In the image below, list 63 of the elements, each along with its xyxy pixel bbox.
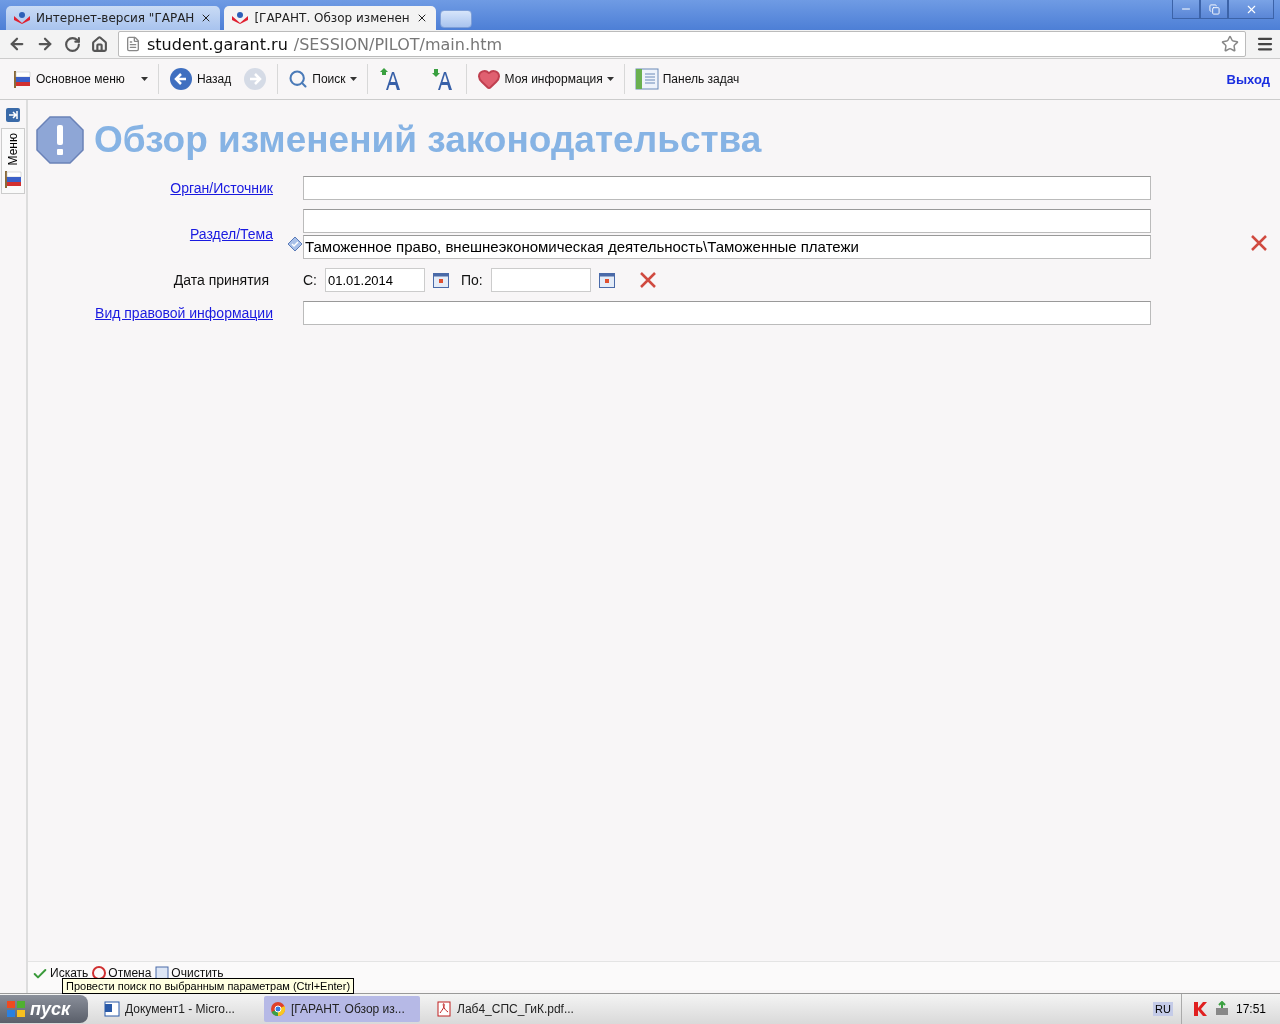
from-label: С:	[303, 272, 317, 288]
main-menu-button[interactable]: Основное меню	[6, 69, 154, 89]
clear-icon[interactable]	[1250, 234, 1268, 252]
pdf-icon	[436, 1001, 452, 1017]
cancel-icon	[92, 966, 107, 980]
address-bar[interactable]: student.garant.ru /SESSION/PILOT/main.htm	[118, 31, 1246, 57]
taskbar-item[interactable]: Документ1 - Micro...	[98, 996, 254, 1022]
diamond-icon[interactable]	[287, 236, 303, 252]
garant-logo-icon	[14, 12, 30, 24]
dropdown-caret-icon[interactable]	[140, 77, 148, 81]
input-field[interactable]	[303, 301, 1151, 325]
calendar-icon[interactable]	[433, 272, 449, 288]
home-icon[interactable]	[91, 35, 108, 53]
back-button[interactable]: Назад	[162, 67, 238, 91]
close-button[interactable]	[1228, 0, 1274, 19]
taskbar-item[interactable]: Лаб4_СПС_ГиК.pdf...	[430, 996, 586, 1022]
new-tab-button[interactable]	[439, 10, 472, 28]
heart-icon	[476, 67, 501, 91]
date-from-field[interactable]: 01.01.2014	[325, 268, 425, 292]
warning-icon	[36, 116, 84, 164]
forward-icon[interactable]	[36, 35, 54, 53]
clear-form-icon	[155, 966, 170, 980]
input-field[interactable]	[303, 209, 1151, 233]
garant-logo-icon	[232, 12, 249, 24]
to-label: По:	[461, 272, 483, 288]
topic-value-field[interactable]: Таможенное право, внешнеэкономическая деятельность\Таможенные платежи	[303, 235, 1151, 259]
tooltip: Провести поиск по выбранным параметрам (Ctrl+Enter)	[62, 978, 355, 994]
field-link[interactable]: Вид правовой информации	[95, 305, 273, 321]
dropdown-caret-icon[interactable]	[349, 77, 357, 81]
minimize-button[interactable]	[1172, 0, 1200, 19]
start-button[interactable]: пуск	[0, 995, 88, 1023]
taskbar-item[interactable]: [ГАРАНТ. Обзор из...	[264, 996, 420, 1022]
reload-icon[interactable]	[64, 35, 81, 53]
dropdown-caret-icon[interactable]	[606, 77, 614, 81]
back-icon[interactable]	[8, 35, 26, 53]
clear-icon[interactable]	[638, 271, 657, 289]
windows-logo-icon	[6, 1000, 26, 1018]
calendar-icon[interactable]	[598, 272, 615, 288]
menu-side-tab[interactable]: Меню	[1, 128, 25, 195]
collapse-icon[interactable]	[6, 108, 20, 122]
exit-link[interactable]: Выход	[1226, 71, 1274, 87]
search-button[interactable]: Поиск	[282, 69, 363, 89]
field-label: Дата принятия	[173, 272, 269, 288]
search-icon	[288, 69, 309, 89]
restore-button[interactable]	[1200, 0, 1228, 19]
browser-icon	[270, 1001, 286, 1017]
date-to-field[interactable]	[490, 268, 591, 292]
task-panel-button[interactable]: Панель задач	[628, 68, 746, 90]
browser-tab[interactable]: Интернет-версия "ГАРАН	[6, 6, 221, 30]
antivirus-icon[interactable]	[1191, 1001, 1208, 1017]
document-icon	[104, 1001, 120, 1017]
page-title: Обзор изменений законодательства	[94, 119, 762, 161]
flag-icon	[3, 169, 23, 190]
field-link[interactable]: Раздел/Тема	[189, 226, 273, 242]
input-field[interactable]	[303, 176, 1151, 200]
flag-icon	[12, 69, 32, 89]
restore-icon	[1208, 3, 1220, 15]
menu-icon[interactable]	[1256, 35, 1274, 53]
my-info-button[interactable]: Моя информация	[470, 67, 620, 91]
browser-tab[interactable]: [ГАРАНТ. Обзор изменен	[224, 6, 436, 30]
language-indicator[interactable]: RU	[1153, 1002, 1173, 1016]
field-link[interactable]: Орган/Источник	[170, 180, 273, 196]
clock: 17:51	[1235, 1002, 1266, 1016]
